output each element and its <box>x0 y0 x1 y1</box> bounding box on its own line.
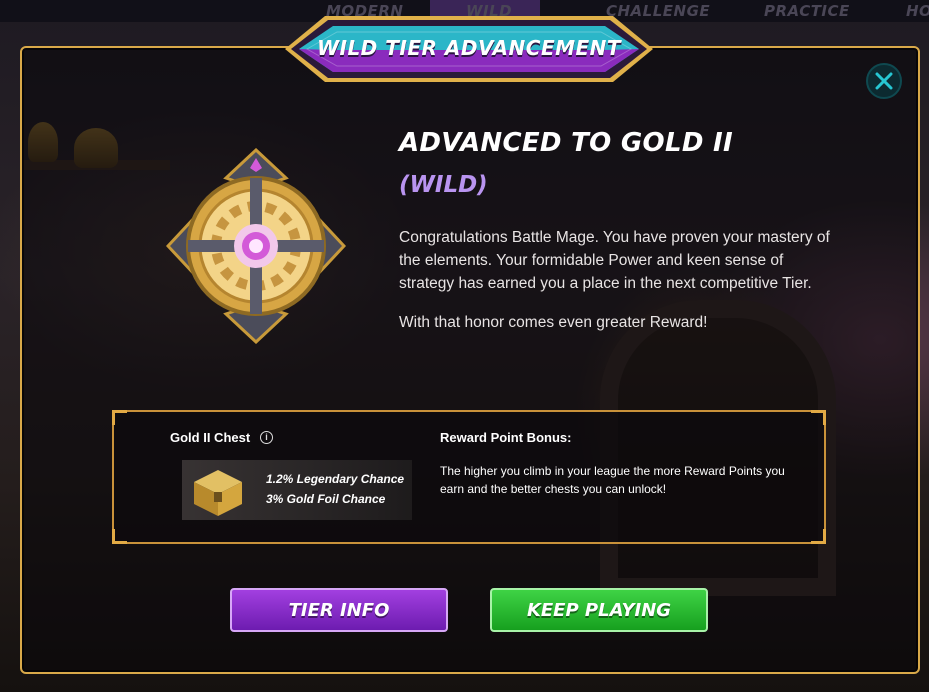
modal-banner: WILD TIER ADVANCEMENT <box>285 14 653 84</box>
tier-info-button[interactable]: TIER INFO <box>230 588 448 632</box>
panel-corner <box>811 410 826 425</box>
congratulations-message: Congratulations Battle Mage. You have pr… <box>399 226 839 350</box>
tier-badge-icon <box>166 148 346 344</box>
reward-point-text: The higher you climb in your league the … <box>440 464 785 496</box>
close-icon <box>875 72 893 90</box>
reward-point-title: Reward Point Bonus: <box>440 430 572 445</box>
info-icon[interactable]: i <box>260 431 273 444</box>
tab-practice[interactable]: PRACTICE <box>764 2 850 20</box>
message-paragraph: With that honor comes even greater Rewar… <box>399 314 708 331</box>
chest-label: Gold II Chest <box>170 430 251 445</box>
close-button[interactable] <box>866 63 902 99</box>
chest-icon <box>194 470 242 516</box>
banner-title: WILD TIER ADVANCEMENT <box>316 36 622 60</box>
message-paragraph: Congratulations Battle Mage. You have pr… <box>399 229 830 292</box>
keep-playing-button[interactable]: KEEP PLAYING <box>490 588 708 632</box>
panel-corner <box>112 529 127 544</box>
tier-mode-subtitle: (WILD) <box>399 172 488 198</box>
tab-home[interactable]: HO <box>906 2 929 20</box>
gold-foil-chance: 3% Gold Foil Chance <box>266 492 386 506</box>
tier-title: ADVANCED TO GOLD II <box>399 128 734 158</box>
panel-corner <box>112 410 127 425</box>
legendary-chance: 1.2% Legendary Chance <box>266 472 405 486</box>
panel-corner <box>811 529 826 544</box>
